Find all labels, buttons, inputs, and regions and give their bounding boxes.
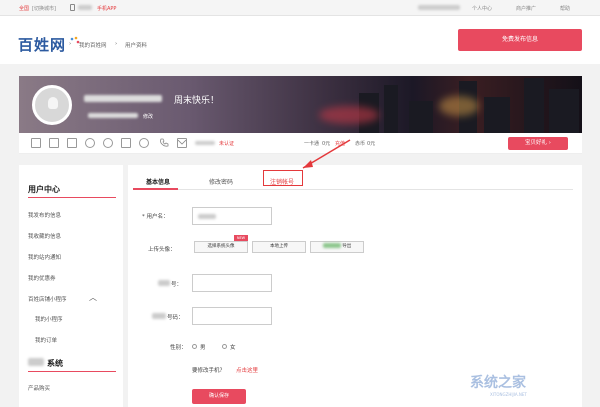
field3-input[interactable] [192,274,272,292]
watermark-logo: 系统之家 [470,375,526,391]
field4-input[interactable] [192,307,272,325]
field3-label: 号： [171,282,183,288]
gender-female-label: 女 [230,345,236,351]
new-badge: NEW [234,235,248,241]
phone-change-link[interactable]: 点击这里 [236,366,258,374]
avatar-label: 上传头像： [148,247,176,253]
phone-note: 要修改手机？ [192,368,226,374]
watermark-url: XITONGZHIJIA.NET [490,392,527,397]
third-party-upload-button[interactable]: 导出 [310,241,364,253]
gender-male-label: 男 [200,345,206,351]
username-label: * 用户名： [142,214,169,220]
gender-female-radio[interactable] [222,344,227,349]
gender-male-radio[interactable] [192,344,197,349]
pick-system-avatar-button[interactable]: 选择系统头像 [194,241,248,253]
gender-label: 性别： [170,345,187,351]
save-button[interactable]: 确认保存 [192,389,246,404]
third-party-upload-label: 导出 [342,244,352,249]
field4-label: 号码： [167,315,184,321]
local-upload-button[interactable]: 本地上传 [252,241,306,253]
annotation-arrow-icon [302,139,351,169]
username-field[interactable] [192,207,272,225]
